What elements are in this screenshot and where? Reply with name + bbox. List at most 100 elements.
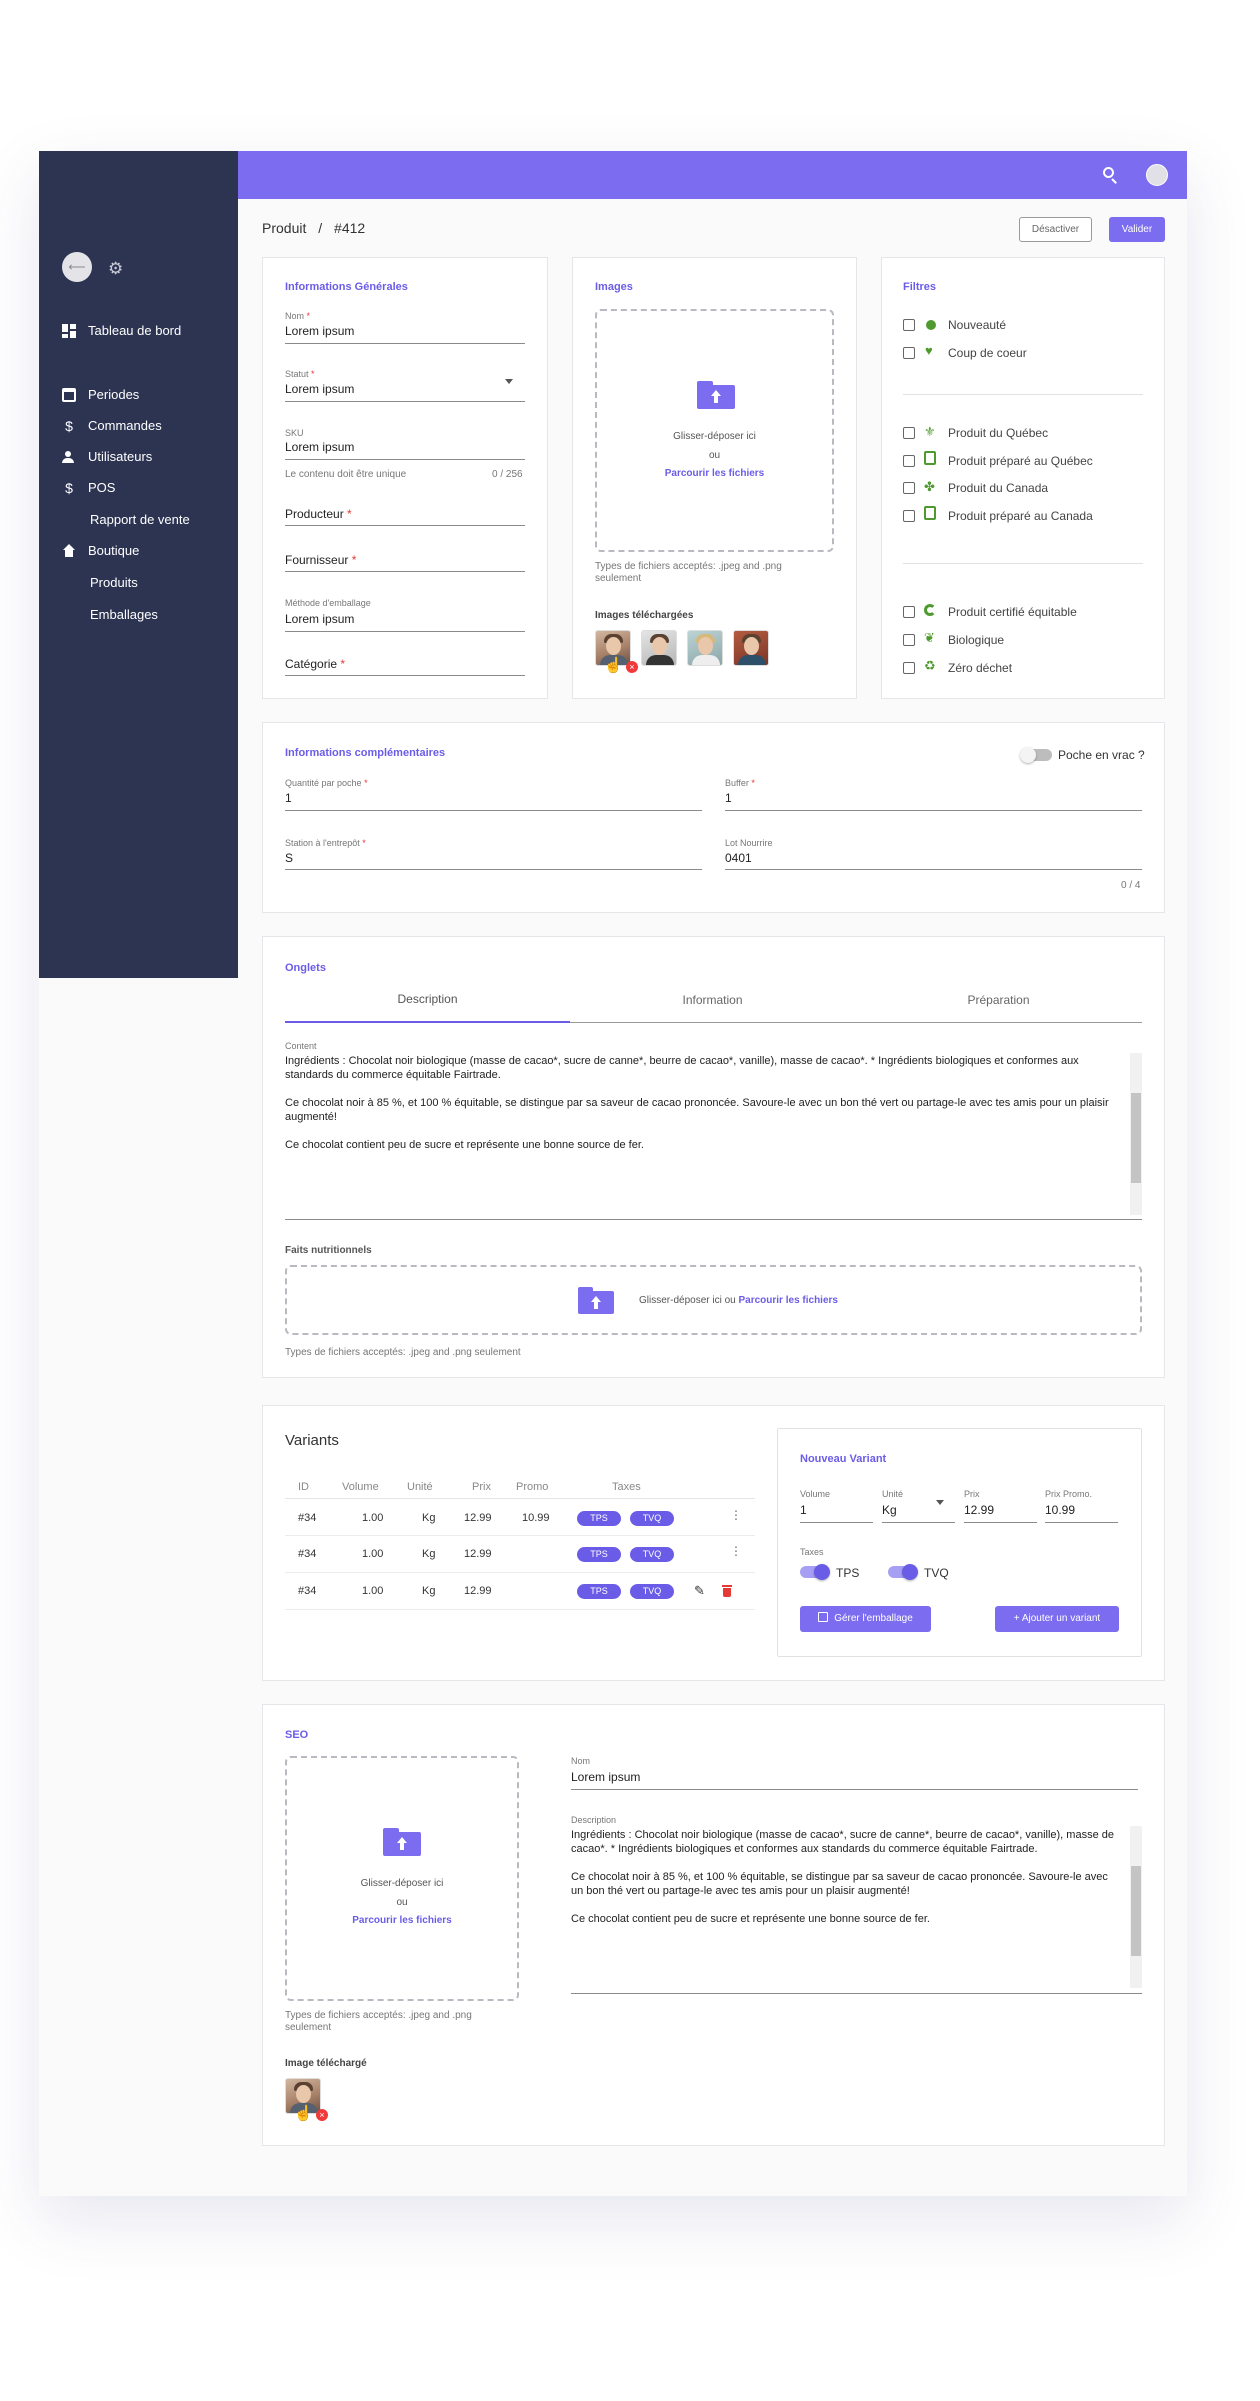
filter-checkbox[interactable] (903, 347, 915, 359)
tps-toggle-knob[interactable] (814, 1564, 830, 1580)
sidebar-back-button[interactable]: ⟵ (62, 252, 92, 282)
volume-input[interactable]: 1 (800, 1503, 807, 1517)
sidebar-item-pos[interactable]: $ POS (62, 480, 115, 495)
tax-badge-tps: TPS (577, 1584, 621, 1599)
sidebar-item-emballages[interactable]: Emballages (90, 607, 158, 622)
filter-checkbox[interactable] (903, 427, 915, 439)
bulk-toggle-label: Poche en vrac ? (1058, 748, 1145, 762)
manage-packaging-button[interactable]: Gérer l'emballage (800, 1606, 931, 1632)
uploaded-image-thumb[interactable] (687, 630, 723, 666)
add-variant-button[interactable]: + Ajouter un variant (995, 1606, 1119, 1632)
filter-label: Produit préparé au Québec (948, 454, 1093, 468)
filter-checkbox[interactable] (903, 510, 915, 522)
browse-files-link[interactable]: Parcourir les fichiers (597, 468, 832, 479)
seo-description-scrollbar[interactable] (1130, 1826, 1142, 1988)
tab-preparation[interactable]: Préparation (855, 993, 1142, 1007)
home-icon (62, 543, 76, 558)
sidebar-item-commandes[interactable]: $ Commandes (62, 418, 162, 433)
tab-information[interactable]: Information (570, 993, 855, 1007)
sku-label: SKU (285, 428, 304, 438)
filter-checkbox[interactable] (903, 319, 915, 331)
settings-gear-icon[interactable]: ⚙ (108, 260, 126, 278)
seo-description-textarea[interactable]: Ingrédients : Chocolat noir biologique (… (571, 1828, 1117, 1926)
chevron-down-icon[interactable] (936, 1500, 944, 1505)
tps-toggle-label: TPS (836, 1566, 860, 1580)
delete-trash-icon[interactable] (722, 1585, 732, 1597)
user-avatar[interactable] (1146, 164, 1168, 186)
content-textarea[interactable]: Ingrédients : Chocolat noir biologique (… (285, 1054, 1117, 1152)
lot-input[interactable]: 0401 (725, 851, 752, 865)
uploaded-image-thumb[interactable] (733, 630, 769, 666)
packaging-input[interactable]: Lorem ipsum (285, 612, 354, 626)
filter-checkbox[interactable] (903, 455, 915, 467)
row-volume: 1.00 (362, 1512, 384, 1524)
prepared-quebec-icon (924, 451, 936, 465)
calendar-icon (62, 387, 76, 402)
deactivate-button[interactable]: Désactiver (1019, 217, 1092, 242)
table-row[interactable] (285, 1574, 755, 1610)
filter-checkbox[interactable] (903, 606, 915, 618)
folder-upload-icon (578, 1287, 614, 1314)
edit-pencil-icon[interactable]: ✎ (694, 1583, 705, 1599)
organic-leaf-icon: ❦ (924, 630, 935, 645)
promo-price-input[interactable]: 10.99 (1045, 1503, 1075, 1517)
producer-field[interactable]: Producteur * (285, 507, 352, 521)
table-row[interactable] (285, 1500, 755, 1536)
qty-input[interactable]: 1 (285, 791, 292, 805)
uploaded-image-thumb[interactable] (641, 630, 677, 666)
search-icon[interactable] (1103, 167, 1119, 184)
sidebar-item-dashboard[interactable]: Tableau de bord (62, 323, 181, 338)
filter-checkbox[interactable] (903, 662, 915, 674)
name-label: Nom * (285, 311, 311, 321)
sidebar-item-periodes[interactable]: Periodes (62, 387, 139, 402)
remove-image-button[interactable]: × (626, 661, 638, 673)
promo-price-underline (1045, 1522, 1118, 1523)
sku-underline (285, 459, 525, 460)
seo-dropzone[interactable]: Glisser-déposer ici ou Parcourir les fic… (285, 1756, 519, 2001)
table-row[interactable] (285, 1537, 755, 1573)
qty-label: Quantité par poche * (285, 778, 368, 788)
users-icon (62, 450, 76, 464)
images-dropzone[interactable]: Glisser-déposer ici ou Parcourir les fic… (595, 309, 834, 552)
folder-upload-icon (697, 381, 735, 409)
unit-select[interactable]: Kg (882, 1503, 897, 1517)
nutrition-dropzone[interactable]: Glisser-déposer ici ou Parcourir les fic… (285, 1265, 1142, 1335)
tvq-toggle-knob[interactable] (902, 1564, 918, 1580)
sku-input[interactable]: Lorem ipsum (285, 440, 354, 454)
category-field[interactable]: Catégorie * (285, 657, 345, 671)
bulk-toggle-knob[interactable] (1020, 747, 1036, 763)
sidebar-item-utilisateurs[interactable]: Utilisateurs (62, 449, 152, 464)
remove-image-button[interactable]: × (316, 2109, 328, 2121)
sidebar-item-produits[interactable]: Produits (90, 575, 138, 590)
tax-badge-tps: TPS (577, 1511, 621, 1526)
sidebar-item-boutique[interactable]: Boutique (62, 543, 139, 558)
status-select[interactable]: Lorem ipsum (285, 382, 354, 396)
supplier-underline (285, 571, 525, 572)
supplier-field[interactable]: Fournisseur * (285, 553, 356, 567)
content-scrollbar[interactable] (1130, 1053, 1142, 1215)
browse-files-link[interactable]: Parcourir les fichiers (287, 1915, 517, 1926)
breadcrumb-root[interactable]: Produit (262, 220, 306, 236)
package-icon (818, 1612, 829, 1622)
tab-description[interactable]: Description (285, 992, 570, 1006)
variants-title: Variants (285, 1432, 339, 1449)
promo-price-label: Prix Promo. (1045, 1489, 1093, 1499)
browse-files-link[interactable]: Parcourir les fichiers (738, 1295, 838, 1306)
validate-button[interactable]: Valider (1109, 217, 1165, 242)
fleur-de-lis-icon: ⚜ (924, 424, 936, 439)
row-price: 12.99 (464, 1548, 492, 1560)
buffer-input[interactable]: 1 (725, 791, 732, 805)
images-accepted-types: Types de fichiers acceptés: .jpeg and .p… (595, 561, 782, 584)
station-input[interactable]: S (285, 851, 293, 865)
filter-checkbox[interactable] (903, 482, 915, 494)
filter-label: Produit du Québec (948, 426, 1049, 440)
filter-checkbox[interactable] (903, 634, 915, 646)
name-input[interactable]: Lorem ipsum (285, 324, 354, 338)
price-input[interactable]: 12.99 (964, 1503, 994, 1517)
chevron-down-icon[interactable] (505, 379, 513, 384)
sidebar-item-rapport-de-vente[interactable]: Rapport de vente (90, 512, 190, 527)
more-vert-icon[interactable]: ⋮ (730, 1508, 742, 1522)
seo-name-input[interactable]: Lorem ipsum (571, 1770, 640, 1784)
nutrition-accepted-types: Types de fichiers acceptés: .jpeg and .p… (285, 1347, 521, 1358)
more-vert-icon[interactable]: ⋮ (730, 1544, 742, 1558)
